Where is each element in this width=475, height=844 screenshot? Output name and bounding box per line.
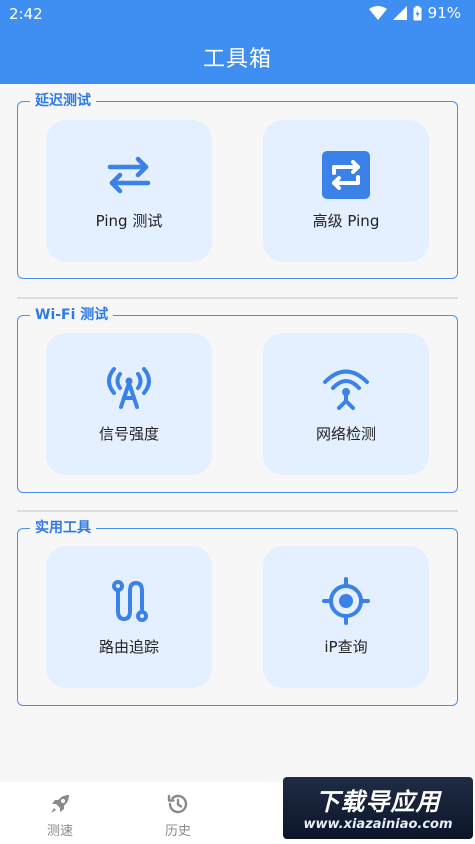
app-bar: 工具箱 (0, 28, 475, 84)
history-icon (167, 794, 188, 814)
section-label: Wi-Fi 测试 (30, 306, 114, 324)
repeat-square-icon (263, 150, 429, 200)
battery-percent: 91% (427, 4, 461, 22)
divider (17, 510, 458, 512)
status-time: 2:42 (9, 5, 43, 23)
tile-route-trace[interactable]: 路由追踪 (46, 546, 212, 688)
tile-network-check[interactable]: 网络检测 (263, 333, 429, 475)
page-title: 工具箱 (202, 47, 272, 72)
tile-ping-test[interactable]: Ping 测试 (46, 120, 212, 262)
nav-label: 测速 (46, 824, 73, 839)
tile-label: 高级 Ping (312, 212, 380, 230)
section-label: 实用工具 (30, 519, 96, 537)
section-label: 延迟测试 (30, 92, 96, 110)
route-icon (46, 576, 212, 626)
tile-ip-lookup[interactable]: iP查询 (263, 546, 429, 688)
signal-icon (392, 6, 407, 20)
tile-label: 路由追踪 (98, 638, 159, 656)
wifi-tower-icon (263, 363, 429, 413)
tile-label: 网络检测 (315, 425, 376, 443)
status-bar: 2:42 91% (0, 0, 475, 28)
watermark-url: www.xiazainiao.com (303, 817, 453, 832)
nav-item-history[interactable]: 历史 (148, 792, 208, 839)
watermark-logo: 下载导应用 www.xiazainiao.com (283, 777, 473, 839)
status-icons: 91% (368, 4, 461, 22)
divider (17, 297, 458, 299)
nav-item-speedtest[interactable]: 测速 (30, 792, 90, 839)
tile-signal-strength[interactable]: 信号强度 (46, 333, 212, 475)
nav-label: 历史 (164, 824, 191, 839)
antenna-signal-icon (46, 363, 212, 413)
tile-label: 信号强度 (98, 425, 159, 443)
battery-icon (413, 5, 422, 20)
swap-arrows-icon (46, 150, 212, 200)
wifi-icon (368, 6, 387, 20)
watermark-title: 下载导应用 (315, 788, 441, 816)
tile-advanced-ping[interactable]: 高级 Ping (263, 120, 429, 262)
rocket-icon (51, 795, 69, 813)
tile-label: iP查询 (324, 638, 368, 656)
target-icon (263, 576, 429, 626)
tile-label: Ping 测试 (95, 212, 163, 230)
